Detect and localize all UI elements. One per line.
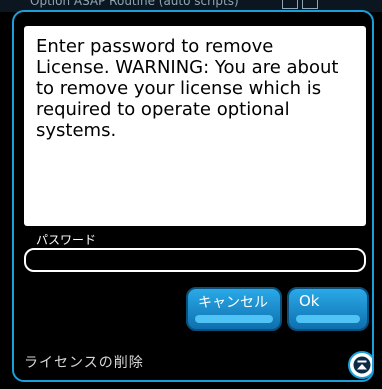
screen: Option ASAP Routine (auto scripts) Enter… [0, 0, 382, 389]
cancel-button-label: キャンセル [198, 295, 268, 311]
background-window-control-icon [302, 0, 318, 9]
background-window-title: Option ASAP Routine (auto scripts) [30, 0, 239, 8]
background-window-control-icon [282, 0, 298, 9]
ok-button[interactable]: Ok [287, 287, 369, 331]
password-label: パスワード [36, 233, 97, 247]
password-input[interactable] [24, 248, 366, 272]
eject-icon [353, 356, 371, 374]
remove-license-dialog: Enter password to remove License. WARNIN… [12, 10, 374, 382]
warning-message: Enter password to remove License. WARNIN… [36, 36, 339, 141]
button-highlight [296, 315, 360, 323]
message-panel: Enter password to remove License. WARNIN… [24, 26, 366, 226]
dialog-title: ライセンスの削除 [24, 355, 144, 371]
ok-button-label: Ok [299, 292, 320, 310]
button-highlight [195, 315, 273, 323]
cancel-button[interactable]: キャンセル [186, 287, 282, 331]
collapse-button[interactable] [348, 351, 372, 379]
